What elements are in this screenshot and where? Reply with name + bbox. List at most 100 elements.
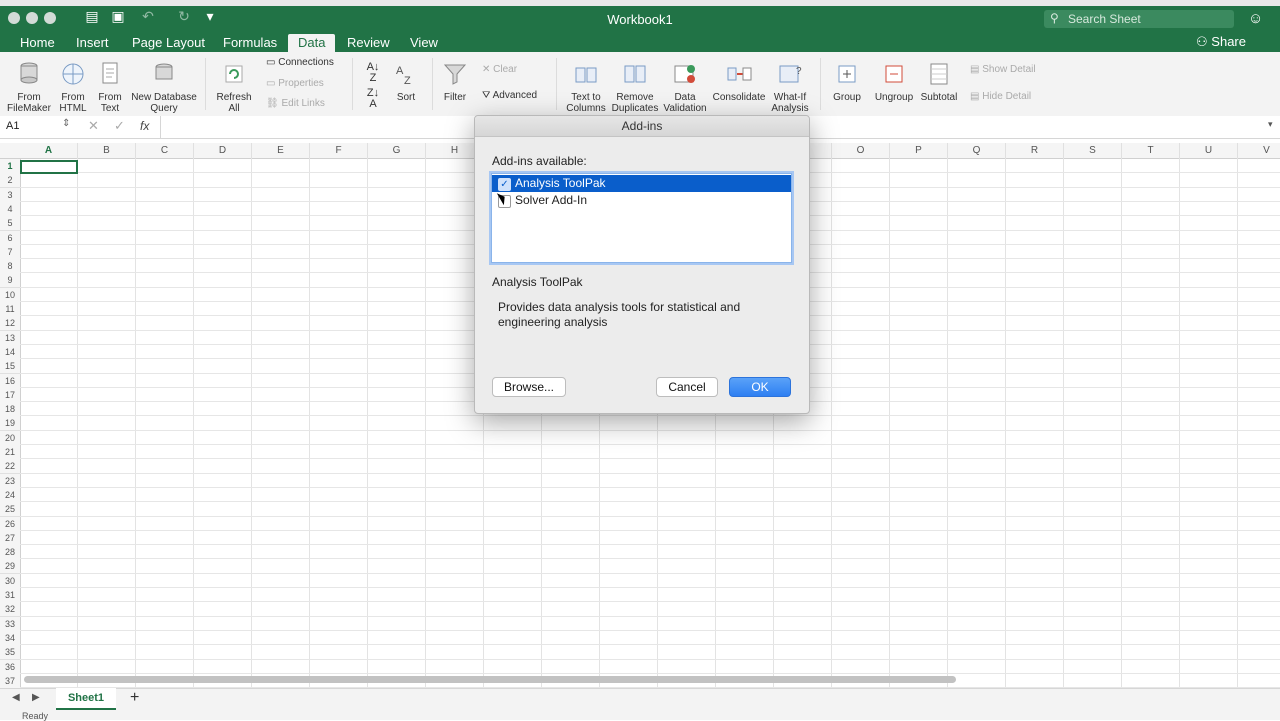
from-html-button[interactable]: From HTML xyxy=(52,60,94,114)
row-header-8[interactable]: 8 xyxy=(0,259,21,274)
row-header-7[interactable]: 7 xyxy=(0,245,21,260)
row-header-2[interactable]: 2 xyxy=(0,173,21,188)
column-header-v[interactable]: V xyxy=(1238,143,1280,159)
row-header-5[interactable]: 5 xyxy=(0,216,21,231)
connections-button[interactable]: ▭ Connections xyxy=(266,57,334,68)
row-header-10[interactable]: 10 xyxy=(0,288,21,303)
show-detail-button[interactable]: ▤ Show Detail xyxy=(970,64,1036,75)
clear-filter-button[interactable]: ✕ Clear xyxy=(482,64,517,75)
tab-review[interactable]: Review xyxy=(337,34,400,52)
cancel-button[interactable]: Cancel xyxy=(656,377,718,397)
what-if-analysis-button[interactable]: ? What-If Analysis xyxy=(768,60,812,114)
tab-home[interactable]: Home xyxy=(10,34,65,52)
tab-formulas[interactable]: Formulas xyxy=(213,34,287,52)
row-header-29[interactable]: 29 xyxy=(0,559,21,574)
column-header-r[interactable]: R xyxy=(1006,143,1064,159)
sort-za-button[interactable]: Z↓ A xyxy=(362,88,384,110)
column-header-f[interactable]: F xyxy=(310,143,368,159)
column-header-o[interactable]: O xyxy=(832,143,890,159)
row-header-3[interactable]: 3 xyxy=(0,188,21,203)
ok-button[interactable]: OK xyxy=(729,377,791,397)
expand-formula-bar-icon[interactable]: ▾ xyxy=(1268,119,1273,130)
row-header-17[interactable]: 17 xyxy=(0,388,21,403)
ungroup-button[interactable]: Ungroup xyxy=(870,60,918,103)
row-header-37[interactable]: 37 xyxy=(0,674,21,688)
row-header-13[interactable]: 13 xyxy=(0,331,21,346)
add-ins-listbox[interactable]: ✓ Analysis ToolPak Solver Add-In xyxy=(491,173,792,263)
hide-detail-button[interactable]: ▤ Hide Detail xyxy=(970,91,1031,102)
tab-insert[interactable]: Insert xyxy=(66,34,119,52)
insert-function-button[interactable]: fx xyxy=(140,119,149,133)
row-header-19[interactable]: 19 xyxy=(0,416,21,431)
next-sheet-icon[interactable]: ▶ xyxy=(32,692,40,703)
group-button[interactable]: Group xyxy=(828,60,866,103)
search-input[interactable]: ⚲ Search Sheet xyxy=(1044,10,1234,28)
name-box[interactable]: A1 xyxy=(6,120,19,132)
row-header-1[interactable]: 1 xyxy=(0,159,21,174)
tab-page-layout[interactable]: Page Layout xyxy=(122,34,215,52)
browse-button[interactable]: Browse... xyxy=(492,377,566,397)
column-header-q[interactable]: Q xyxy=(948,143,1006,159)
row-header-21[interactable]: 21 xyxy=(0,445,21,460)
row-header-26[interactable]: 26 xyxy=(0,517,21,532)
add-in-item-analysis-toolpak[interactable]: ✓ Analysis ToolPak xyxy=(492,175,791,192)
column-header-e[interactable]: E xyxy=(252,143,310,159)
row-header-25[interactable]: 25 xyxy=(0,502,21,517)
column-header-c[interactable]: C xyxy=(136,143,194,159)
column-header-b[interactable]: B xyxy=(78,143,136,159)
row-header-4[interactable]: 4 xyxy=(0,202,21,217)
new-database-query-button[interactable]: New Database Query xyxy=(128,60,200,114)
tab-view[interactable]: View xyxy=(400,34,448,52)
sheet-tab-sheet1[interactable]: Sheet1 xyxy=(56,688,116,711)
row-header-15[interactable]: 15 xyxy=(0,359,21,374)
row-header-6[interactable]: 6 xyxy=(0,231,21,246)
row-header-35[interactable]: 35 xyxy=(0,645,21,660)
row-header-22[interactable]: 22 xyxy=(0,459,21,474)
data-validation-button[interactable]: Data Validation xyxy=(660,60,710,114)
row-header-20[interactable]: 20 xyxy=(0,431,21,446)
column-header-g[interactable]: G xyxy=(368,143,426,159)
row-header-31[interactable]: 31 xyxy=(0,588,21,603)
add-in-item-solver[interactable]: Solver Add-In xyxy=(492,192,791,209)
row-header-12[interactable]: 12 xyxy=(0,316,21,331)
sort-button[interactable]: AZ Sort xyxy=(392,60,420,103)
active-cell-a1[interactable] xyxy=(20,160,78,174)
row-header-30[interactable]: 30 xyxy=(0,574,21,589)
text-to-columns-button[interactable]: Text to Columns xyxy=(562,60,610,114)
horizontal-scrollbar[interactable] xyxy=(24,676,956,683)
subtotal-button[interactable]: Subtotal xyxy=(918,60,960,103)
column-header-d[interactable]: D xyxy=(194,143,252,159)
column-header-s[interactable]: S xyxy=(1064,143,1122,159)
edit-links-button[interactable]: ⛓ Edit Links xyxy=(266,98,325,109)
column-header-a[interactable]: A xyxy=(20,143,78,159)
column-header-t[interactable]: T xyxy=(1122,143,1180,159)
select-all-corner[interactable] xyxy=(0,143,21,159)
row-header-32[interactable]: 32 xyxy=(0,602,21,617)
filter-button[interactable]: Filter xyxy=(440,60,470,103)
feedback-smiley-icon[interactable]: ☺ xyxy=(1248,10,1263,27)
row-header-36[interactable]: 36 xyxy=(0,660,21,675)
remove-duplicates-button[interactable]: Remove Duplicates xyxy=(610,60,660,114)
row-header-9[interactable]: 9 xyxy=(0,273,21,288)
prev-sheet-icon[interactable]: ◀ xyxy=(12,692,20,703)
row-header-14[interactable]: 14 xyxy=(0,345,21,360)
column-header-p[interactable]: P xyxy=(890,143,948,159)
row-header-34[interactable]: 34 xyxy=(0,631,21,646)
row-header-11[interactable]: 11 xyxy=(0,302,21,317)
cancel-entry-icon[interactable]: ✕ xyxy=(88,118,99,134)
refresh-all-button[interactable]: Refresh All xyxy=(212,60,256,114)
properties-button[interactable]: ▭ Properties xyxy=(266,78,324,89)
from-filemaker-button[interactable]: From FileMaker xyxy=(6,60,52,114)
row-header-16[interactable]: 16 xyxy=(0,374,21,389)
advanced-filter-button[interactable]: ⛛ Advanced xyxy=(482,90,537,101)
row-header-27[interactable]: 27 xyxy=(0,531,21,546)
tab-data[interactable]: Data xyxy=(288,34,336,52)
confirm-entry-icon[interactable]: ✓ xyxy=(114,118,125,134)
row-header-28[interactable]: 28 xyxy=(0,545,21,560)
from-text-button[interactable]: From Text xyxy=(94,60,126,114)
row-header-18[interactable]: 18 xyxy=(0,402,21,417)
row-header-24[interactable]: 24 xyxy=(0,488,21,503)
add-sheet-button[interactable]: + xyxy=(130,689,139,707)
row-header-33[interactable]: 33 xyxy=(0,617,21,632)
sort-az-button[interactable]: A↓ Z xyxy=(362,62,384,84)
